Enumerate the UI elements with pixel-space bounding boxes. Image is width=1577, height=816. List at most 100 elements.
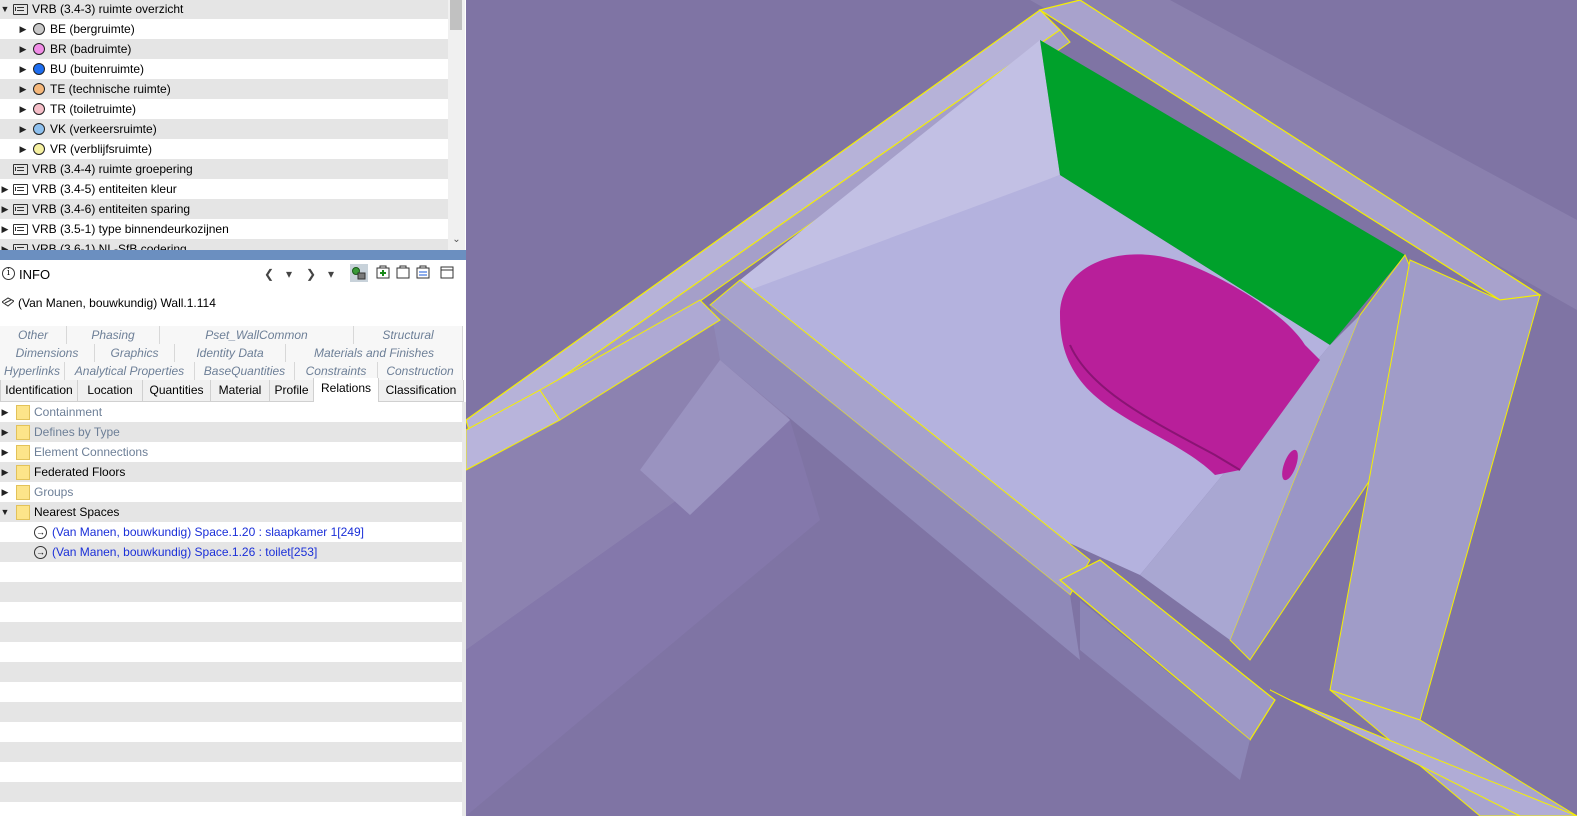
folder-icon <box>16 445 30 460</box>
tab-identification[interactable]: Identification <box>0 380 78 402</box>
tree-item[interactable]: ▶ BU (buitenruimte) <box>0 59 448 79</box>
group-tag-icon <box>13 204 28 215</box>
tab-basequantities[interactable]: BaseQuantities <box>195 362 295 381</box>
tree-item[interactable]: ▶ VK (verkeersruimte) <box>0 119 448 139</box>
nearest-space-link[interactable]: (Van Manen, bouwkundig) Space.1.20 : sla… <box>52 522 364 542</box>
tree-item-label: VRB (3.6-1) NL-SfB codering <box>32 242 187 250</box>
tree-item-label: VRB (3.4-6) entiteiten sparing <box>32 202 191 216</box>
selected-object-name: (Van Manen, bouwkundig) Wall.1.114 <box>18 296 216 310</box>
relation-folder[interactable]: ▶ Element Connections <box>0 442 462 462</box>
tab-graphics[interactable]: Graphics <box>95 344 175 363</box>
color-dot-icon <box>33 63 45 75</box>
collapsed-arrow-icon[interactable]: ▶ <box>0 199 10 219</box>
tab-classification[interactable]: Classification <box>378 380 464 402</box>
tree-item[interactable]: ▶ VRB (3.6-1) NL-SfB codering <box>0 239 448 250</box>
scroll-down-icon[interactable]: ⌄ <box>448 232 465 248</box>
tree-item[interactable]: ▶ TR (toiletruimte) <box>0 99 448 119</box>
collapsed-arrow-icon[interactable]: ▶ <box>0 402 10 422</box>
tab-structural[interactable]: Structural <box>354 326 463 345</box>
empty-row <box>0 602 462 622</box>
relation-folder[interactable]: ▶ Federated Floors <box>0 462 462 482</box>
relation-folder[interactable]: ▶ Groups <box>0 482 462 502</box>
tab-hyperlinks[interactable]: Hyperlinks <box>0 362 65 381</box>
relation-folder[interactable]: ▶ Defines by Type <box>0 422 462 442</box>
highlight-relations-icon[interactable] <box>350 264 368 282</box>
expanded-arrow-icon[interactable]: ▼ <box>0 502 10 522</box>
panel-splitter[interactable] <box>0 250 466 260</box>
relation-folder[interactable]: ▶ Containment <box>0 402 462 422</box>
collapsed-arrow-icon[interactable]: ▶ <box>0 179 10 199</box>
tree-item[interactable]: VRB (3.4-4) ruimte groepering <box>0 159 448 179</box>
tree-view: ▼ VRB (3.4-3) ruimte overzicht ▶ BE (bergru… <box>0 0 448 250</box>
tree-item[interactable]: ▶ BE (bergruimte) <box>0 19 448 39</box>
tree-scrollbar-thumb[interactable] <box>450 0 462 30</box>
left-panel: ▼ VRB (3.4-3) ruimte overzicht ▶ BE (bergru… <box>0 0 466 816</box>
back-icon[interactable]: ❮ <box>261 266 277 282</box>
tab-dimensions[interactable]: Dimensions <box>0 344 95 363</box>
collapsed-arrow-icon[interactable]: ▶ <box>18 139 28 159</box>
collapsed-arrow-icon[interactable]: ▶ <box>0 422 10 442</box>
tab-identity-data[interactable]: Identity Data <box>175 344 286 363</box>
tree-item[interactable]: ▶ VRB (3.4-5) entiteiten kleur <box>0 179 448 199</box>
tab-pset-wallcommon[interactable]: Pset_WallCommon <box>160 326 354 345</box>
back-dropdown-icon[interactable]: ▾ <box>281 266 297 282</box>
group-tag-icon <box>13 4 28 15</box>
collapsed-arrow-icon[interactable]: ▶ <box>0 442 10 462</box>
tree-scrollbar[interactable]: ⌄ <box>448 0 465 250</box>
tree-item-label: VRB (3.4-5) entiteiten kleur <box>32 182 177 196</box>
tab-phasing[interactable]: Phasing <box>67 326 160 345</box>
tab-construction[interactable]: Construction <box>378 362 463 381</box>
expanded-arrow-icon[interactable]: ▼ <box>0 0 10 19</box>
tab-analytical-properties[interactable]: Analytical Properties <box>65 362 195 381</box>
empty-row <box>0 682 462 702</box>
relation-folder[interactable]: ▼ Nearest Spaces <box>0 502 462 522</box>
tab-profile[interactable]: Profile <box>269 380 314 402</box>
window-icon[interactable] <box>440 265 454 279</box>
relation-folder-label: Element Connections <box>34 445 149 459</box>
collapsed-arrow-icon[interactable]: ▶ <box>18 79 28 99</box>
tree-item-label: VR (verblijfsruimte) <box>50 142 153 156</box>
tree-item-label: BU (buitenruimte) <box>50 62 145 76</box>
collapsed-arrow-icon[interactable]: ▶ <box>18 39 28 59</box>
tree-item[interactable]: ▼ VRB (3.4-3) ruimte overzicht <box>0 0 448 19</box>
list-bag-icon[interactable] <box>416 265 430 279</box>
nearest-space-item[interactable]: → (Van Manen, bouwkundig) Space.1.26 : to… <box>0 542 462 562</box>
tree-item[interactable]: ▶ VRB (3.5-1) type binnendeurkozijnen <box>0 219 448 239</box>
tree-item-label: VRB (3.4-3) ruimte overzicht <box>32 2 184 16</box>
3d-scene[interactable] <box>466 0 1577 816</box>
collapsed-arrow-icon[interactable]: ▶ <box>0 219 10 239</box>
add-to-selection-icon[interactable] <box>376 265 390 279</box>
tree-item-label: TE (technische ruimte) <box>50 82 171 96</box>
empty-row <box>0 622 462 642</box>
empty-row <box>0 662 462 682</box>
collapsed-arrow-icon[interactable]: ▶ <box>18 59 28 79</box>
collapsed-arrow-icon[interactable]: ▶ <box>0 482 10 502</box>
tab-location[interactable]: Location <box>77 380 143 402</box>
forward-icon[interactable]: ❯ <box>303 266 319 282</box>
tab-other[interactable]: Other <box>0 326 67 345</box>
tree-item-label: BE (bergruimte) <box>50 22 135 36</box>
tab-quantities[interactable]: Quantities <box>142 380 211 402</box>
tree-item[interactable]: ▶ BR (badruimte) <box>0 39 448 59</box>
collapsed-arrow-icon[interactable]: ▶ <box>18 19 28 39</box>
empty-row <box>0 782 462 802</box>
collapsed-arrow-icon[interactable]: ▶ <box>18 119 28 139</box>
color-dot-icon <box>33 103 45 115</box>
tree-item[interactable]: ▶ TE (technische ruimte) <box>0 79 448 99</box>
forward-dropdown-icon[interactable]: ▾ <box>323 266 339 282</box>
tab-material[interactable]: Material <box>210 380 270 402</box>
collapsed-arrow-icon[interactable]: ▶ <box>0 462 10 482</box>
collapsed-arrow-icon[interactable]: ▶ <box>18 99 28 119</box>
collapsed-arrow-icon[interactable]: ▶ <box>0 239 10 250</box>
tab-materials-and-finishes[interactable]: Materials and Finishes <box>286 344 463 363</box>
tree-item[interactable]: ▶ VR (verblijfsruimte) <box>0 139 448 159</box>
group-tag-icon <box>13 224 28 235</box>
tab-relations[interactable]: Relations <box>313 378 379 402</box>
tree-item[interactable]: ▶ VRB (3.4-6) entiteiten sparing <box>0 199 448 219</box>
nearest-space-item[interactable]: → (Van Manen, bouwkundig) Space.1.20 : sl… <box>0 522 462 542</box>
bag-icon[interactable] <box>396 265 410 279</box>
3d-viewport[interactable] <box>466 0 1577 816</box>
relation-folder-label: Groups <box>34 485 74 499</box>
relation-folder-label: Containment <box>34 405 103 419</box>
nearest-space-link[interactable]: (Van Manen, bouwkundig) Space.1.26 : toi… <box>52 542 317 562</box>
